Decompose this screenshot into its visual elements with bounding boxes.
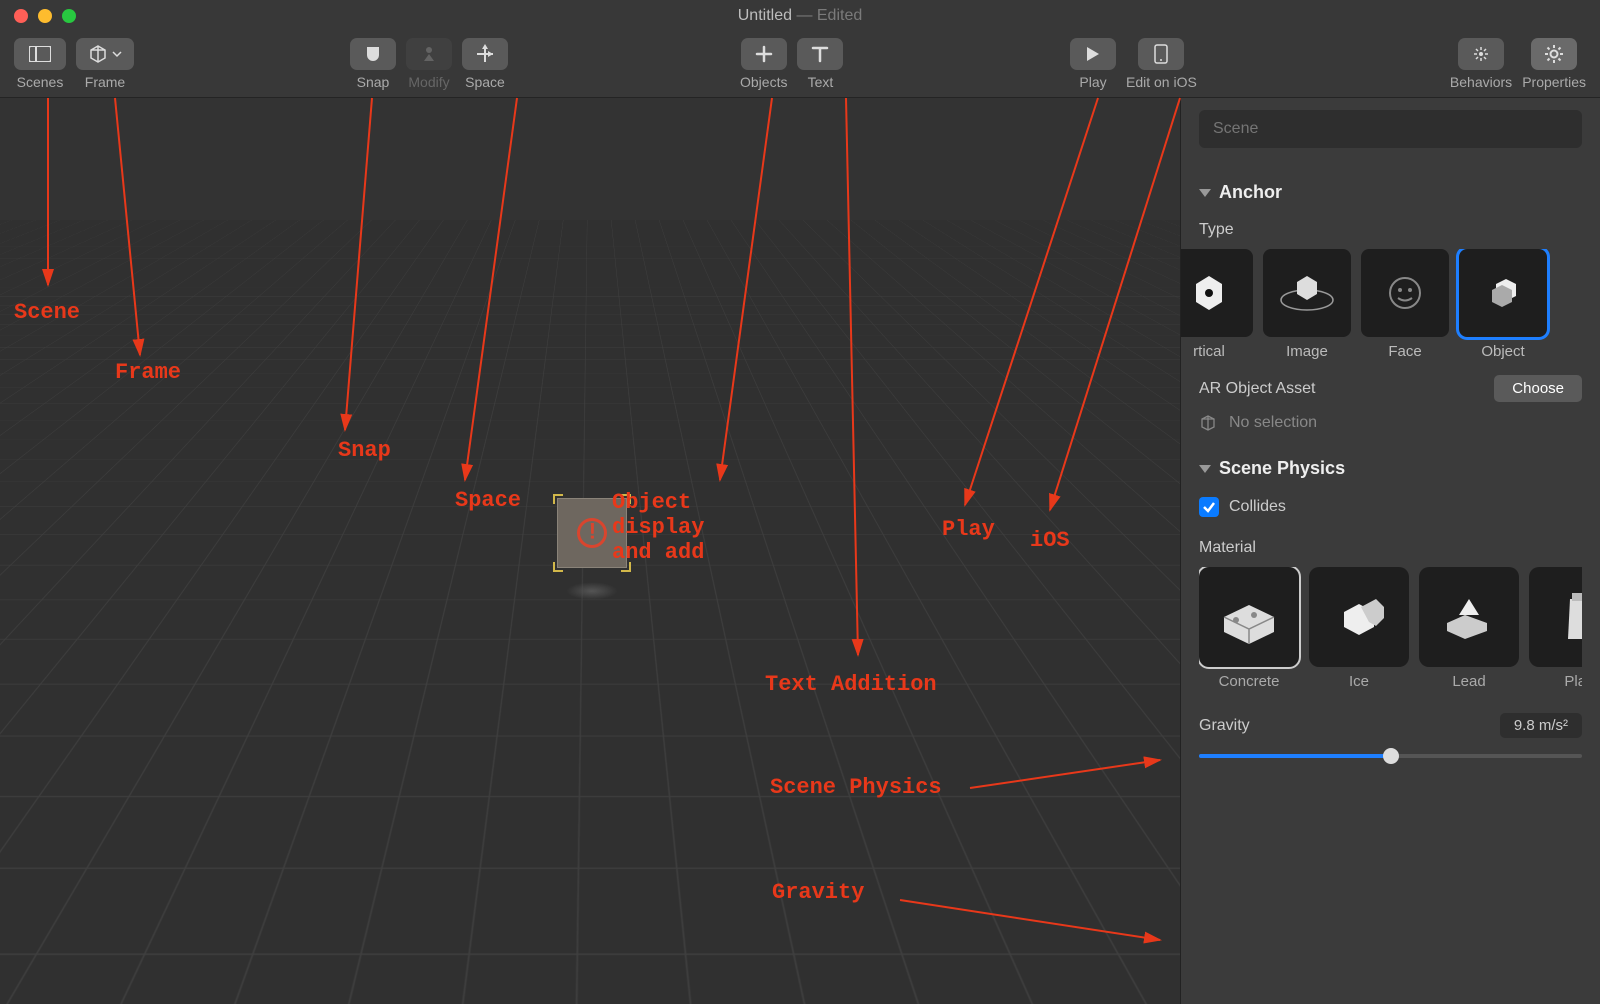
- minimize-icon[interactable]: [38, 9, 52, 23]
- anchor-type-grid: rtical Image Face Object: [1180, 249, 1582, 361]
- ice-icon: [1329, 587, 1389, 647]
- material-ice[interactable]: Ice: [1309, 567, 1409, 691]
- cube-icon: [1199, 414, 1217, 432]
- phone-icon: [1154, 44, 1168, 64]
- vertical-anchor-icon: [1186, 270, 1232, 316]
- play-icon: [1085, 46, 1101, 62]
- plastic-icon: [1556, 587, 1582, 647]
- anchor-image[interactable]: Image: [1263, 249, 1351, 361]
- modify-icon: [419, 44, 439, 64]
- properties-button[interactable]: Properties: [1522, 38, 1586, 90]
- fullscreen-icon[interactable]: [62, 9, 76, 23]
- lead-icon: [1437, 589, 1501, 645]
- object-anchor-icon: [1478, 270, 1528, 316]
- snap-button[interactable]: Snap: [350, 38, 396, 90]
- cube-frame-icon: [88, 44, 108, 64]
- material-grid: Concrete Ice Lead Plas: [1199, 567, 1582, 691]
- gravity-value: 9.8 m/s²: [1500, 713, 1582, 738]
- ar-object-asset-row: AR Object Asset Choose: [1199, 375, 1582, 402]
- disclosure-icon: [1199, 189, 1211, 197]
- behaviors-icon: [1470, 44, 1492, 64]
- titlebar: Untitled — Edited: [0, 0, 1600, 32]
- chevron-down-icon: [112, 49, 122, 59]
- viewport-3d[interactable]: !: [0, 98, 1180, 1004]
- concrete-icon: [1214, 587, 1284, 647]
- edit-ios-button[interactable]: Edit on iOS: [1126, 38, 1197, 90]
- gravity-row: Gravity 9.8 m/s²: [1199, 713, 1582, 738]
- behaviors-button[interactable]: Behaviors: [1450, 38, 1512, 90]
- material-lead[interactable]: Lead: [1419, 567, 1519, 691]
- disclosure-icon: [1199, 465, 1211, 473]
- frame-button[interactable]: Frame: [76, 38, 134, 90]
- window-title: Untitled — Edited: [738, 7, 863, 25]
- collides-checkbox[interactable]: [1199, 497, 1219, 517]
- face-anchor-icon: [1382, 270, 1428, 316]
- text-icon: [810, 44, 830, 64]
- physics-section-header[interactable]: Scene Physics: [1199, 458, 1582, 479]
- material-concrete[interactable]: Concrete: [1199, 567, 1299, 691]
- material-label: Material: [1199, 539, 1582, 557]
- inspector-panel: Anchor Type rtical Image Face Object AR …: [1180, 98, 1600, 1004]
- anchor-face[interactable]: Face: [1361, 249, 1449, 361]
- anchor-section-header[interactable]: Anchor: [1199, 182, 1582, 203]
- window-controls: [14, 9, 76, 23]
- objects-button[interactable]: Objects: [740, 38, 787, 90]
- play-button[interactable]: Play: [1070, 38, 1116, 90]
- close-icon[interactable]: [14, 9, 28, 23]
- scenes-button[interactable]: Scenes: [14, 38, 66, 90]
- anchor-object[interactable]: Object: [1459, 249, 1547, 361]
- search-input[interactable]: [1199, 110, 1582, 148]
- magnet-icon: [363, 44, 383, 64]
- panel-icon: [29, 46, 51, 62]
- image-anchor-icon: [1277, 270, 1337, 316]
- modify-button: Modify: [406, 38, 452, 90]
- type-label: Type: [1199, 221, 1582, 239]
- scene-object[interactable]: !: [557, 498, 627, 568]
- anchor-vertical[interactable]: rtical: [1180, 249, 1253, 361]
- gear-icon: [1544, 44, 1564, 64]
- gravity-slider[interactable]: [1199, 746, 1582, 766]
- space-icon: [475, 44, 495, 64]
- choose-button[interactable]: Choose: [1494, 375, 1582, 402]
- space-button[interactable]: Space: [462, 38, 508, 90]
- ar-object-selection: No selection: [1199, 414, 1582, 432]
- plus-icon: [754, 44, 774, 64]
- text-button[interactable]: Text: [797, 38, 843, 90]
- collides-row: Collides: [1199, 497, 1582, 517]
- toolbar: Scenes Frame Snap Modify Space Objects T…: [0, 32, 1600, 98]
- material-plastic[interactable]: Plas: [1529, 567, 1582, 691]
